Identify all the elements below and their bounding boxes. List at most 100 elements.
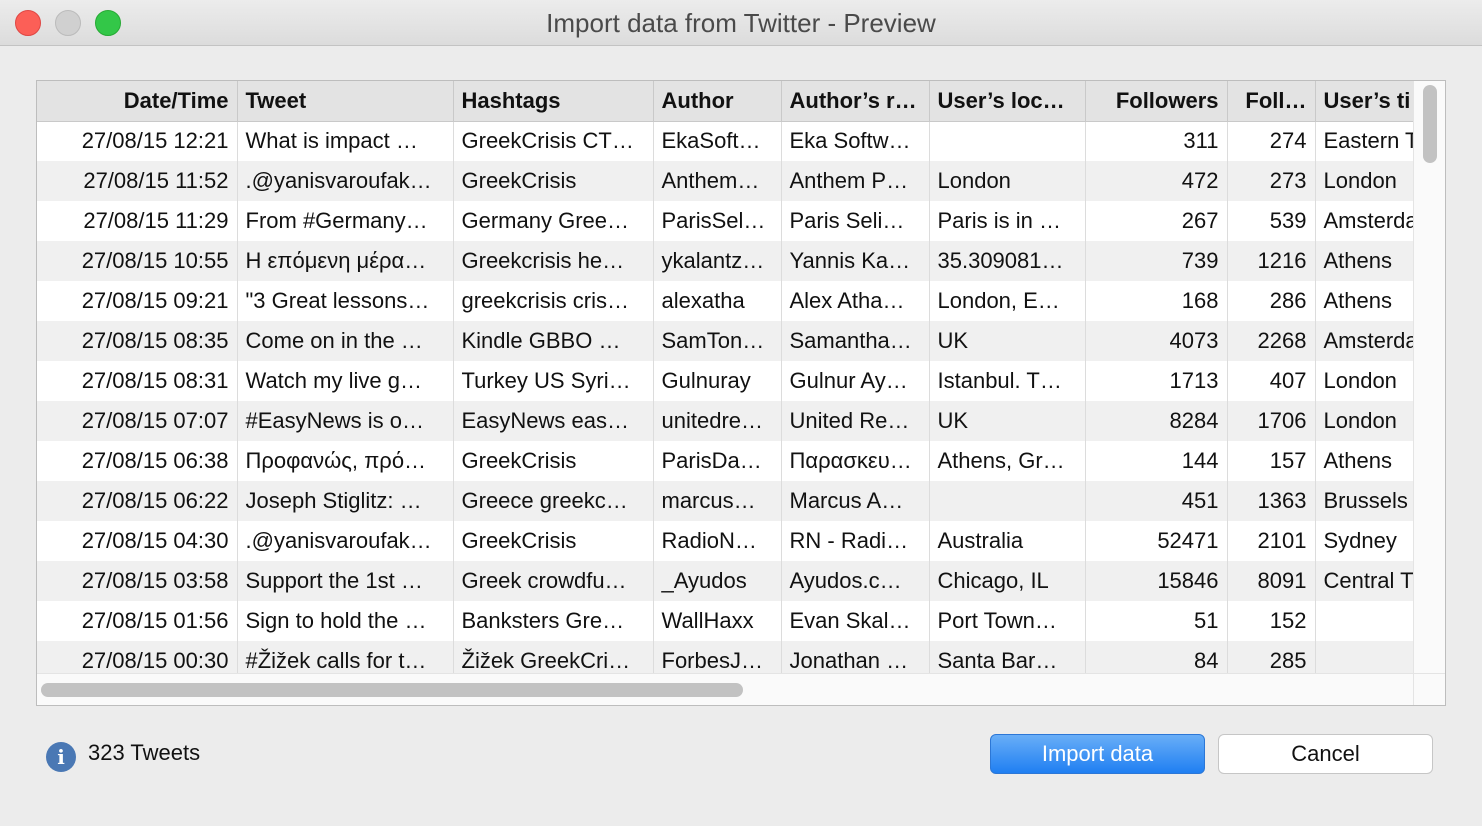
table-cell: UK: [929, 401, 1086, 441]
table-cell: [1315, 601, 1413, 641]
column-header[interactable]: Tweet: [237, 81, 454, 122]
table-row[interactable]: 27/08/15 08:35 Come on in the … Kindle GBB…: [37, 321, 1413, 361]
horizontal-scroll-thumb[interactable]: [41, 683, 743, 697]
table-row[interactable]: 27/08/15 10:55 Η επόμενη μέρα… Greekcrisis…: [37, 241, 1413, 281]
table-cell: Marcus A…: [781, 481, 930, 521]
table-cell: 286: [1227, 281, 1316, 321]
import-data-button[interactable]: Import data: [990, 734, 1205, 774]
table-row[interactable]: 27/08/15 03:58 Support the 1st … Greek cro…: [37, 561, 1413, 601]
table-cell: 27/08/15 08:31: [37, 361, 238, 401]
table-cell: 27/08/15 04:30: [37, 521, 238, 561]
table-cell: [929, 481, 1086, 521]
table-cell: London, E…: [929, 281, 1086, 321]
table-cell: [1315, 641, 1413, 673]
horizontal-scrollbar[interactable]: [37, 673, 1413, 705]
table-cell: Žižek GreekCri…: [453, 641, 654, 673]
table-cell: .@yanisvaroufak…: [237, 161, 454, 201]
table-cell: London: [1315, 161, 1413, 201]
table-cell: 27/08/15 06:38: [37, 441, 238, 481]
table-cell: 27/08/15 00:30: [37, 641, 238, 673]
table-row[interactable]: 27/08/15 04:30 .@yanisvaroufak… GreekCrisi…: [37, 521, 1413, 561]
table-cell: 52471: [1085, 521, 1228, 561]
table-row[interactable]: 27/08/15 12:21 What is impact … GreekCrisi…: [37, 121, 1413, 161]
table-cell: 273: [1227, 161, 1316, 201]
table-cell: ykalantz…: [653, 241, 782, 281]
table-cell: Come on in the …: [237, 321, 454, 361]
table-cell: RN - Radi…: [781, 521, 930, 561]
table-cell: GreekCrisis: [453, 161, 654, 201]
table-cell: 274: [1227, 121, 1316, 161]
table-cell: ForbesJ…: [653, 641, 782, 673]
table-row[interactable]: 27/08/15 06:22 Joseph Stiglitz: … Greece g…: [37, 481, 1413, 521]
preview-table-frame: Date/Time Tweet Hashtags Author Author’s r… U…: [36, 80, 1446, 706]
table-cell: 144: [1085, 441, 1228, 481]
column-header[interactable]: User’s loc…: [929, 81, 1086, 122]
table-cell: "3 Great lessons…: [237, 281, 454, 321]
info-icon: i: [46, 742, 76, 772]
table-cell: 152: [1227, 601, 1316, 641]
table-row[interactable]: 27/08/15 09:21 "3 Great lessons… greekcris…: [37, 281, 1413, 321]
table-row[interactable]: 27/08/15 06:38 Προφανώς, πρό… GreekCrisis P…: [37, 441, 1413, 481]
table-cell: Support the 1st …: [237, 561, 454, 601]
table-cell: 51: [1085, 601, 1228, 641]
window-title: Import data from Twitter - Preview: [546, 8, 936, 38]
table-cell: .@yanisvaroufak…: [237, 521, 454, 561]
table-row[interactable]: 27/08/15 00:30 #Žižek calls for t… Žižek G…: [37, 641, 1413, 673]
table-cell: 1713: [1085, 361, 1228, 401]
scrollbar-corner: [1413, 673, 1445, 705]
table-cell: #Žižek calls for t…: [237, 641, 454, 673]
column-header[interactable]: Author: [653, 81, 782, 122]
table-cell: ParisSel…: [653, 201, 782, 241]
table-cell: 407: [1227, 361, 1316, 401]
column-header[interactable]: Hashtags: [453, 81, 654, 122]
column-header[interactable]: Foll…: [1227, 81, 1316, 122]
vertical-scrollbar[interactable]: [1413, 81, 1445, 673]
column-header[interactable]: Date/Time: [37, 81, 238, 122]
table-row[interactable]: 27/08/15 11:29 From #Germany… Germany Gree…: [37, 201, 1413, 241]
table-cell: 4073: [1085, 321, 1228, 361]
table-cell: Προφανώς, πρό…: [237, 441, 454, 481]
table-cell: Evan Skal…: [781, 601, 930, 641]
cancel-button[interactable]: Cancel: [1218, 734, 1433, 774]
table-cell: Turkey US Syri…: [453, 361, 654, 401]
table-cell: Watch my live g…: [237, 361, 454, 401]
table-cell: marcus…: [653, 481, 782, 521]
vertical-scroll-thumb[interactable]: [1423, 85, 1437, 163]
table-cell: Athens: [1315, 281, 1413, 321]
table-cell: unitedre…: [653, 401, 782, 441]
table-cell: United Re…: [781, 401, 930, 441]
table-cell: greekcrisis cris…: [453, 281, 654, 321]
table-cell: 27/08/15 01:56: [37, 601, 238, 641]
table-cell: Anthem P…: [781, 161, 930, 201]
column-header[interactable]: User’s ti: [1315, 81, 1413, 122]
table-cell: Amsterda: [1315, 201, 1413, 241]
tweet-count: 323 Tweets: [88, 740, 201, 765]
table-row[interactable]: 27/08/15 11:52 .@yanisvaroufak… GreekCrisi…: [37, 161, 1413, 201]
preview-table: Date/Time Tweet Hashtags Author Author’s r… U…: [37, 81, 1413, 673]
table-cell: London: [1315, 361, 1413, 401]
preview-table-viewport[interactable]: Date/Time Tweet Hashtags Author Author’s r… U…: [37, 81, 1413, 673]
table-cell: Gulnuray: [653, 361, 782, 401]
table-cell: EasyNews eas…: [453, 401, 654, 441]
table-cell: Kindle GBBO …: [453, 321, 654, 361]
table-row[interactable]: 27/08/15 08:31 Watch my live g… Turkey US …: [37, 361, 1413, 401]
table-cell: 1363: [1227, 481, 1316, 521]
table-cell: _Ayudos: [653, 561, 782, 601]
table-cell: Η επόμενη μέρα…: [237, 241, 454, 281]
column-header[interactable]: Followers: [1085, 81, 1228, 122]
table-cell: 27/08/15 06:22: [37, 481, 238, 521]
table-cell: 168: [1085, 281, 1228, 321]
table-cell: GreekCrisis: [453, 441, 654, 481]
column-header[interactable]: Author’s r…: [781, 81, 930, 122]
table-cell: 8091: [1227, 561, 1316, 601]
table-row[interactable]: 27/08/15 07:07 #EasyNews is o… EasyNews ea…: [37, 401, 1413, 441]
table-cell: 451: [1085, 481, 1228, 521]
table-cell: 739: [1085, 241, 1228, 281]
table-cell: Paris Seli…: [781, 201, 930, 241]
table-row[interactable]: 27/08/15 01:56 Sign to hold the … Bankster…: [37, 601, 1413, 641]
table-cell: 2101: [1227, 521, 1316, 561]
table-cell: Eka Softw…: [781, 121, 930, 161]
table-cell: GreekCrisis: [453, 521, 654, 561]
table-cell: WallHaxx: [653, 601, 782, 641]
table-cell: alexatha: [653, 281, 782, 321]
